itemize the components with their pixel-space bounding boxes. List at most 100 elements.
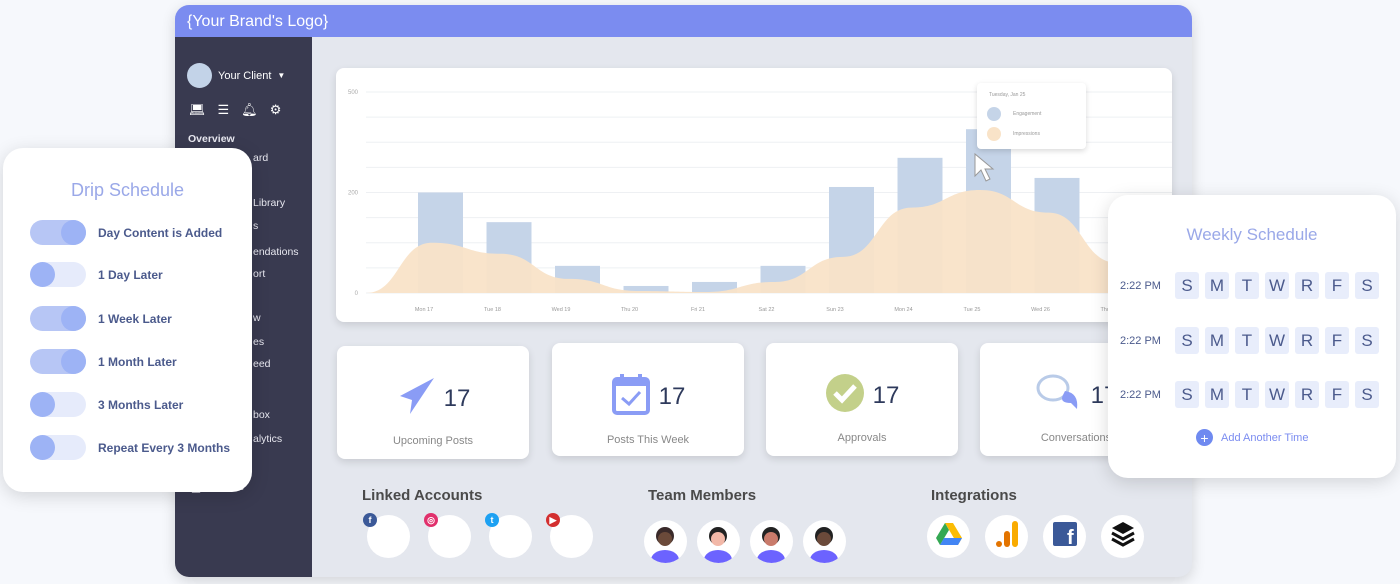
day-toggle[interactable]: T (1235, 272, 1259, 299)
day-toggle[interactable]: S (1175, 272, 1199, 299)
day-toggle[interactable]: F (1325, 272, 1349, 299)
drip-option: 1 Month Later (30, 349, 177, 374)
day-toggle[interactable]: S (1355, 381, 1379, 408)
weekly-schedule-card: Weekly Schedule 2:22 PM S M T W R F S 2:22 PM S M T… (1108, 195, 1396, 478)
sidebar-item[interactable]: es (253, 336, 264, 348)
sidebar-item-label: es (253, 336, 265, 348)
chart-tooltip: Tuesday, Jan 25 Engagement Impressions (977, 83, 1086, 149)
chart-card: 0 200 500 Mon 17 Tue 18 Wed 19 Thu 20 Fri 21 Sat… (336, 68, 1172, 322)
stat-card[interactable]: 17 Approvals (766, 343, 958, 456)
google-drive-icon (935, 522, 962, 551)
y-tick-label: 500 (348, 90, 359, 96)
stat-value: 17 (658, 382, 686, 410)
team-members-title: Team Members (648, 487, 757, 504)
drip-title: Drip Schedule (70, 180, 185, 200)
sidebar-item[interactable]: alytics (253, 433, 282, 445)
facebook-icon: f (363, 513, 377, 527)
integration-facebook[interactable]: f (1043, 515, 1086, 558)
drip-option: 3 Months Later (30, 392, 183, 417)
day-toggle[interactable]: W (1265, 327, 1289, 354)
x-tick-label: Sat 22 (759, 307, 775, 313)
mouse-cursor-icon (974, 152, 995, 182)
stat-card[interactable]: 17 Upcoming Posts (337, 346, 529, 459)
calendar-check-icon (611, 373, 651, 420)
sidebar-item-label: alytics (253, 433, 283, 445)
client-selector[interactable]: Your Client ▼ (187, 63, 285, 88)
drip-option-label: 1 Week Later (98, 311, 172, 326)
list-icon[interactable]: ☰ (218, 102, 230, 118)
integration-google-analytics[interactable] (985, 515, 1028, 558)
youtube-icon: ▶ (546, 513, 560, 527)
day-toggle[interactable]: T (1235, 327, 1259, 354)
sidebar-item[interactable]: ard (253, 152, 268, 164)
day-toggle[interactable]: R (1295, 272, 1319, 299)
day-toggle[interactable]: F (1325, 327, 1349, 354)
day-toggle[interactable]: W (1265, 381, 1289, 408)
day-toggle[interactable]: S (1175, 381, 1199, 408)
drip-option-label: 3 Months Later (98, 397, 184, 412)
drip-toggle[interactable] (30, 349, 86, 374)
drip-option-label: 1 Day Later (98, 267, 163, 282)
bell-icon[interactable]: 🔔︎ (241, 102, 258, 118)
gear-icon[interactable]: ⚙ (270, 102, 282, 118)
linked-accounts-title: Linked Accounts (362, 487, 483, 504)
schedule-time[interactable]: 2:22 PM (1120, 280, 1175, 292)
stat-value: 17 (443, 384, 471, 412)
x-tick-label: Thu 20 (621, 307, 638, 313)
drip-toggle[interactable] (30, 220, 86, 245)
integration-buffer[interactable] (1101, 515, 1144, 558)
day-toggle[interactable]: M (1205, 381, 1229, 408)
sidebar-section-overview: Overview (188, 133, 235, 145)
sidebar-item-label: Library (253, 197, 286, 209)
svg-text:f: f (1067, 527, 1074, 546)
sidebar-item-label: endations (253, 246, 299, 258)
drip-toggle[interactable] (30, 392, 86, 417)
sidebar-item[interactable]: endations (253, 246, 299, 258)
sidebar-item[interactable]: eed (253, 358, 271, 370)
drip-option: Day Content is Added (30, 220, 222, 245)
day-toggle[interactable]: R (1295, 381, 1319, 408)
sidebar-item[interactable]: s (253, 220, 258, 232)
weekly-title: Weekly Schedule (1186, 225, 1318, 244)
drip-toggle[interactable] (30, 262, 86, 287)
x-tick-label: Fri 21 (691, 307, 705, 313)
sidebar-item[interactable]: box (253, 409, 270, 421)
laptop-icon[interactable]: 💻︎ (189, 102, 206, 118)
sidebar-item[interactable]: Library (253, 197, 285, 209)
x-tick-label: Mon 17 (415, 307, 433, 313)
day-toggle[interactable]: M (1205, 272, 1229, 299)
client-name: Your Client (218, 69, 272, 82)
day-toggle[interactable]: W (1265, 272, 1289, 299)
day-toggle[interactable]: S (1175, 327, 1199, 354)
team-member-avatar[interactable] (750, 520, 793, 563)
sidebar-item-label: eed (253, 358, 271, 370)
facebook-icon: f (1052, 522, 1077, 551)
day-toggle[interactable]: F (1325, 381, 1349, 408)
brand-logo: {Your Brand's Logo} (175, 5, 1192, 37)
drip-option: 1 Day Later (30, 262, 163, 287)
instagram-icon: ◎ (424, 513, 438, 527)
drip-toggle[interactable] (30, 306, 86, 331)
schedule-time[interactable]: 2:22 PM (1120, 389, 1175, 401)
tooltip-date: Tuesday, Jan 25 (989, 92, 1026, 98)
sidebar-item-label: box (253, 409, 270, 421)
integration-google-drive[interactable] (927, 515, 970, 558)
twitter-icon: t (485, 513, 499, 527)
day-toggle[interactable]: R (1295, 327, 1319, 354)
schedule-time[interactable]: 2:22 PM (1120, 335, 1175, 347)
day-toggle[interactable]: S (1355, 327, 1379, 354)
add-time-label: Add Another Time (1221, 431, 1309, 444)
day-toggle[interactable]: T (1235, 381, 1259, 408)
day-toggle[interactable]: S (1355, 272, 1379, 299)
day-toggle[interactable]: M (1205, 327, 1229, 354)
team-member-avatar[interactable] (803, 520, 846, 563)
drip-toggle[interactable] (30, 435, 86, 460)
team-member-avatar[interactable] (697, 520, 740, 563)
sidebar-item[interactable]: ort (253, 268, 265, 280)
team-member-avatar[interactable] (644, 520, 687, 563)
stat-label: Upcoming Posts (392, 435, 474, 447)
check-circle-icon (825, 373, 865, 418)
sidebar-item[interactable]: w (253, 312, 261, 324)
stat-card[interactable]: 17 Posts This Week (552, 343, 744, 456)
add-another-time-button[interactable]: + Add Another Time (1196, 429, 1308, 446)
